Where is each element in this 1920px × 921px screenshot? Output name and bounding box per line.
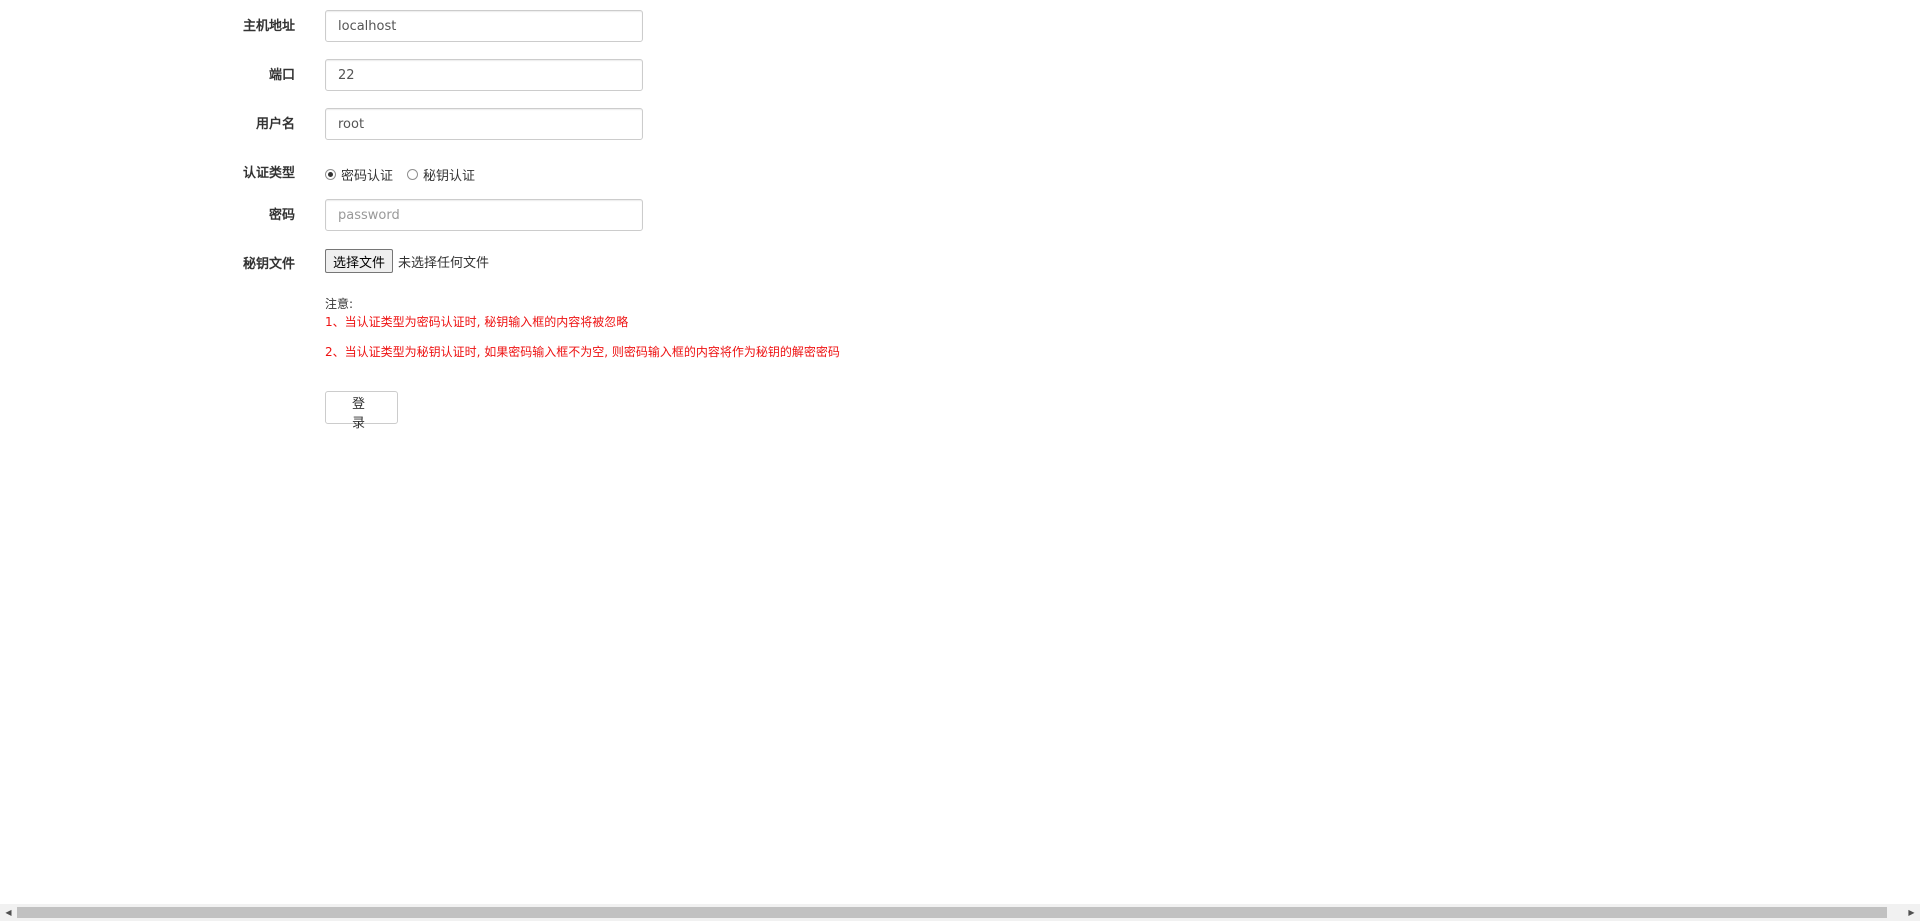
- choose-file-button[interactable]: 选择文件: [325, 249, 394, 273]
- scrollbar-thumb[interactable]: [17, 907, 1887, 918]
- file-status-text: 未选择任何文件: [398, 255, 490, 271]
- host-row: 主机地址: [0, 10, 700, 44]
- login-button[interactable]: 登录: [325, 391, 398, 431]
- password-row: 密码: [0, 199, 700, 233]
- notes-section: 注意: 1、当认证类型为密码认证时, 秘钥输入框的内容将被忽略 2、当认证类型为…: [325, 296, 840, 360]
- host-input[interactable]: [325, 10, 643, 42]
- auth-type-radio-group: 密码认证 秘钥认证: [325, 157, 489, 191]
- auth-key-radio[interactable]: 秘钥认证: [407, 165, 475, 184]
- auth-password-radio[interactable]: 密码认证: [325, 165, 393, 184]
- radio-unchecked-icon[interactable]: [407, 168, 419, 180]
- key-file-label: 秘钥文件: [242, 257, 295, 272]
- note-line-1: 1、当认证类型为密码认证时, 秘钥输入框的内容将被忽略: [325, 315, 629, 329]
- port-label: 端口: [268, 68, 295, 83]
- radio-checked-icon[interactable]: [325, 168, 336, 180]
- key-file-row: 秘钥文件 选择文件 未选择任何文件: [0, 248, 700, 282]
- host-label: 主机地址: [242, 19, 295, 34]
- key-file-picker: 选择文件 未选择任何文件: [325, 248, 489, 274]
- note-line-2: 2、当认证类型为秘钥认证时, 如果密码输入框不为空, 则密码输入框的内容将作为秘…: [325, 345, 840, 359]
- horizontal-scrollbar[interactable]: ◀ ▶: [0, 904, 1920, 921]
- username-row: 用户名: [0, 108, 700, 142]
- auth-key-radio-label: 秘钥认证: [423, 168, 476, 184]
- password-label: 密码: [268, 208, 295, 223]
- scroll-right-icon[interactable]: ▶: [1903, 904, 1920, 921]
- ssh-login-page: 主机地址 端口 用户名 认证类型 密码认证 秘钥认证 密码 秘钥文件 选择文件: [0, 0, 1920, 921]
- port-row: 端口: [0, 59, 700, 93]
- auth-type-label: 认证类型: [242, 166, 295, 181]
- auth-type-row: 认证类型 密码认证 秘钥认证: [0, 157, 700, 191]
- notes-title: 注意:: [325, 297, 354, 311]
- username-label: 用户名: [255, 117, 295, 132]
- username-input[interactable]: [325, 108, 643, 140]
- password-input[interactable]: [325, 199, 643, 231]
- auth-password-radio-label: 密码认证: [341, 168, 394, 184]
- scroll-left-icon[interactable]: ◀: [0, 904, 17, 921]
- port-input[interactable]: [325, 59, 643, 91]
